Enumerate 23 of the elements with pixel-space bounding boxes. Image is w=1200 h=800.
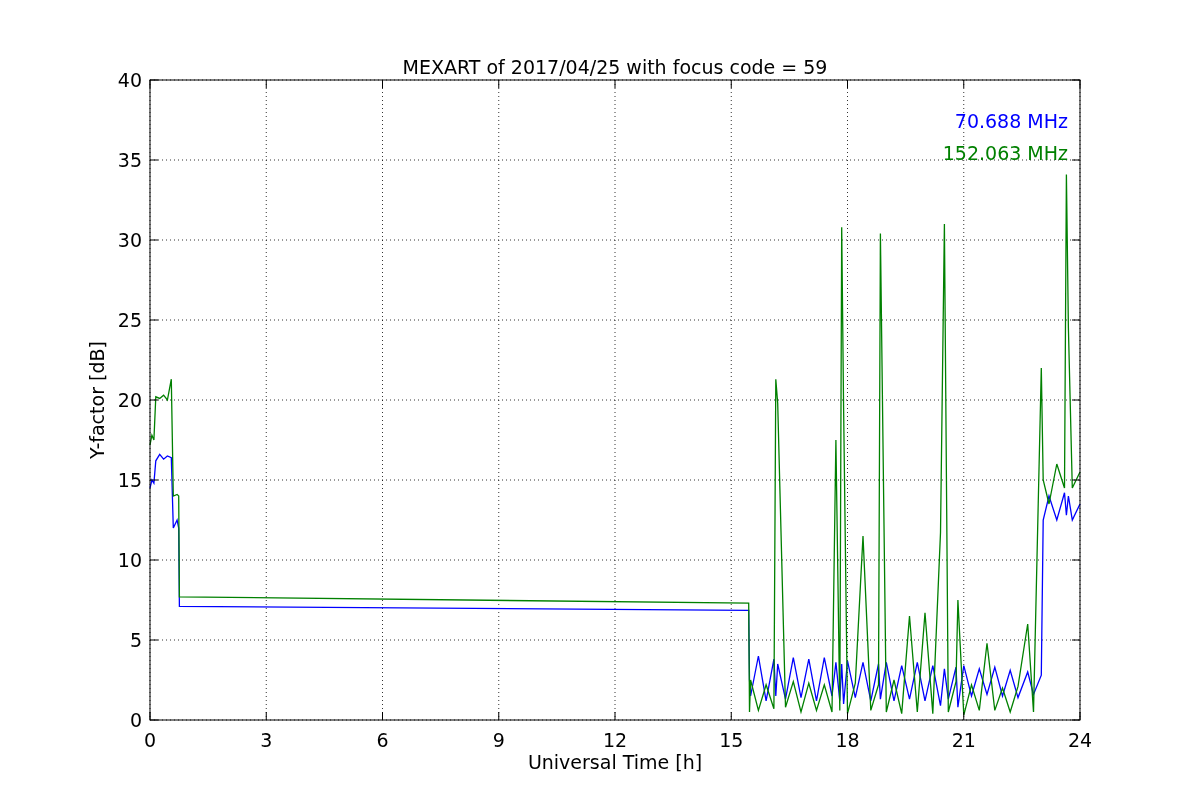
x-tick-label: 21 bbox=[951, 729, 976, 751]
y-axis-label: Y-factor [dB] bbox=[86, 341, 108, 459]
y-tick-label: 15 bbox=[117, 469, 142, 491]
x-tick-label: 0 bbox=[143, 729, 157, 751]
y-tick-label: 20 bbox=[117, 389, 142, 411]
x-tick-label: 18 bbox=[835, 729, 860, 751]
x-tick-label: 9 bbox=[492, 729, 505, 751]
x-axis-label: Universal Time [h] bbox=[527, 751, 703, 773]
x-tick-label: 12 bbox=[602, 729, 628, 751]
x-tick-label: 3 bbox=[260, 729, 273, 751]
x-tick-label: 24 bbox=[1067, 729, 1093, 751]
x-tick-label: 15 bbox=[719, 729, 744, 751]
y-tick-label: 10 bbox=[117, 549, 142, 571]
y-tick-label: 35 bbox=[117, 149, 142, 171]
legend-label: 152.063 MHz bbox=[942, 142, 1068, 164]
y-tick-label: 25 bbox=[117, 309, 142, 331]
chart-title: MEXART of 2017/04/25 with focus code = 59 bbox=[402, 56, 828, 78]
y-tick-label: 5 bbox=[129, 629, 142, 651]
y-tick-label: 40 bbox=[117, 69, 142, 91]
x-tick-label: 6 bbox=[376, 729, 389, 751]
y-tick-label: 30 bbox=[117, 229, 142, 251]
y-tick-label: 0 bbox=[129, 709, 142, 731]
legend-label: 70.688 MHz bbox=[954, 110, 1068, 132]
